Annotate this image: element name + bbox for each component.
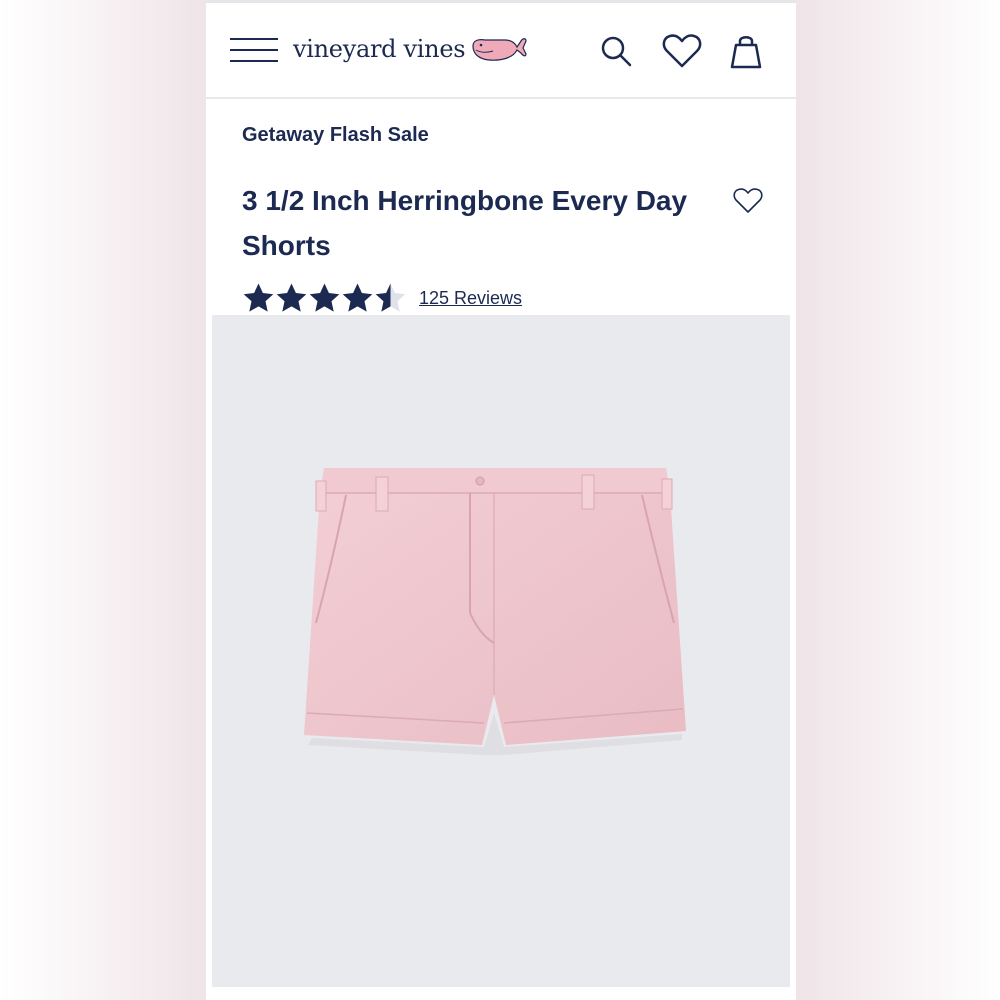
heart-icon[interactable] xyxy=(662,33,702,69)
reviews-link[interactable]: 125 Reviews xyxy=(419,288,522,309)
wishlist-heart-icon[interactable] xyxy=(733,186,763,214)
brand-name: vineyard vines xyxy=(293,35,466,63)
brand-logo[interactable]: vineyard vines xyxy=(293,31,527,67)
search-icon[interactable] xyxy=(598,33,634,69)
star-full-icon xyxy=(342,283,373,312)
background-blur-left xyxy=(0,0,206,1000)
background-blur-right xyxy=(796,0,1000,1000)
star-half-icon xyxy=(375,283,406,312)
star-full-icon xyxy=(243,283,274,312)
whale-logo-icon xyxy=(472,38,527,61)
bag-icon[interactable] xyxy=(728,33,764,69)
menu-icon[interactable] xyxy=(230,36,278,66)
product-image-container xyxy=(212,315,790,987)
star-rating xyxy=(242,282,407,314)
star-full-icon xyxy=(276,283,307,312)
star-full-icon xyxy=(309,283,340,312)
product-image[interactable] xyxy=(294,463,694,763)
site-header: vineyard vines xyxy=(206,3,796,99)
phone-screen: vineyard vines Getaway Flash Sale 3 1/2 … xyxy=(206,0,796,1000)
sale-label[interactable]: Getaway Flash Sale xyxy=(242,124,429,147)
product-title: 3 1/2 Inch Herringbone Every Day Shorts xyxy=(242,185,688,261)
product-rating: 125 Reviews xyxy=(242,282,522,314)
